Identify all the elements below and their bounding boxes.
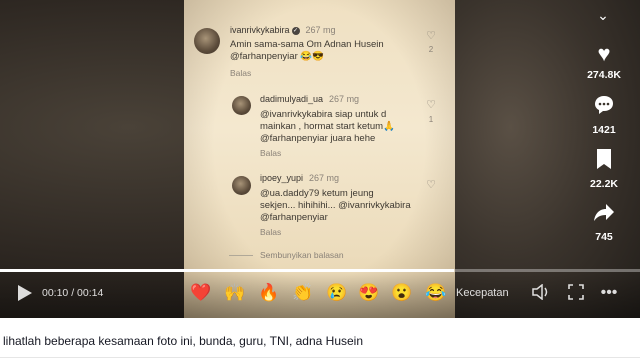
comment-like-count: 2 <box>428 45 434 54</box>
comment-text: @ua.daddy79 ketum jeung sekjen... hihihi… <box>260 188 411 223</box>
share-icon <box>585 201 623 228</box>
verified-icon: ✓ <box>291 26 300 35</box>
comment-like-icon: ♡ <box>426 99 436 111</box>
reaction-love[interactable]: 😍 <box>358 282 380 304</box>
comment-username: ipoey_yupi 267 mg <box>260 173 340 183</box>
bookmark-icon <box>585 148 623 175</box>
video-player[interactable]: ivanrivkykabira ✓ 267 mg Amin sama-sama Om… <box>0 0 640 318</box>
save-count: 22.2K <box>589 178 619 190</box>
more-options-icon[interactable]: ••• <box>599 284 619 302</box>
avatar <box>194 28 220 54</box>
comment-like-icon: ♡ <box>426 179 436 191</box>
comment-text: Amin sama-sama Om Adnan Husein @farhanpe… <box>230 39 384 62</box>
heart-icon: ♥ <box>597 41 611 66</box>
comment-count: 1421 <box>592 124 616 136</box>
fullscreen-icon[interactable] <box>566 284 586 302</box>
reaction-praise[interactable]: 🙌 <box>224 282 246 304</box>
reply-link: Balas <box>230 68 252 78</box>
reply-link: Balas <box>260 148 282 158</box>
reaction-heart[interactable]: ❤️ <box>190 282 212 304</box>
save-button[interactable]: 22.2K <box>585 148 623 190</box>
play-icon[interactable] <box>18 285 32 301</box>
like-count: 274.8K <box>587 69 621 81</box>
share-count: 745 <box>595 231 613 243</box>
share-button[interactable]: 745 <box>585 201 623 243</box>
playback-time: 00:10 / 00:14 <box>42 287 104 299</box>
comment-username: ivanrivkykabira ✓ 267 mg <box>230 25 336 35</box>
speed-button[interactable]: Kecepatan <box>456 287 509 299</box>
reaction-laugh[interactable]: 😂 <box>425 282 447 304</box>
comment-icon <box>585 94 623 121</box>
progress-fill <box>0 269 455 272</box>
reaction-fire[interactable]: 🔥 <box>258 282 280 304</box>
like-button[interactable]: ♥ 274.8K <box>585 41 623 82</box>
avatar <box>232 176 251 195</box>
comment-like-count: 1 <box>428 115 434 124</box>
hide-replies-link: Sembunyikan balasan <box>260 250 344 260</box>
video-caption: lihatlah beberapa kesamaan foto ini, bun… <box>3 334 364 348</box>
reaction-wow[interactable]: 😮 <box>391 282 413 304</box>
chevron-down-icon[interactable]: ⌄ <box>595 7 611 23</box>
divider <box>0 357 640 358</box>
comment-like-icon: ♡ <box>426 30 436 42</box>
volume-icon[interactable] <box>531 283 551 302</box>
reaction-sad[interactable]: 😢 <box>326 282 348 304</box>
comment-text: @ivanrivkykabira siap untuk d mainkan , … <box>260 109 395 144</box>
reaction-clap[interactable]: 👏 <box>292 282 314 304</box>
reply-link: Balas <box>260 227 282 237</box>
comment-username: dadimulyadi_ua 267 mg <box>260 94 360 104</box>
avatar <box>232 96 251 115</box>
comment-button[interactable]: 1421 <box>585 94 623 136</box>
